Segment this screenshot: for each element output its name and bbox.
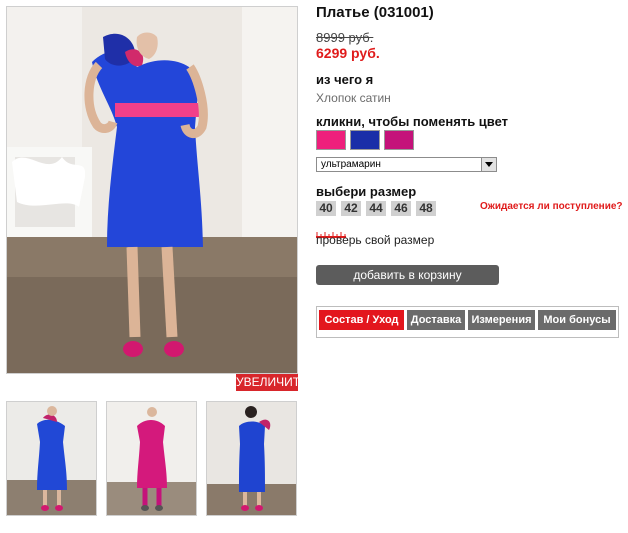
- availability-link[interactable]: Ожидается ли поступление?: [480, 201, 623, 212]
- old-price: 8999 руб.: [316, 30, 374, 45]
- color-label: кликни, чтобы поменять цвет: [316, 114, 509, 129]
- tab-measurements[interactable]: Измерения: [468, 310, 535, 330]
- color-swatch-ultramarine[interactable]: [350, 130, 380, 150]
- tab-composition-care[interactable]: Состав / Уход: [319, 310, 404, 330]
- color-swatch-pink[interactable]: [316, 130, 346, 150]
- product-title: Платье (031001): [316, 4, 434, 21]
- size-option-46[interactable]: 46: [391, 201, 411, 216]
- material-value: Хлопок сатин: [316, 91, 391, 105]
- thumbnail-blue-back[interactable]: [206, 401, 297, 516]
- size-label: выбери размер: [316, 184, 417, 199]
- zoom-button[interactable]: УВЕЛИЧИТЬ: [236, 374, 308, 391]
- main-product-photo[interactable]: [6, 6, 298, 374]
- chevron-down-icon[interactable]: [481, 158, 496, 171]
- size-option-42[interactable]: 42: [341, 201, 361, 216]
- size-option-48[interactable]: 48: [416, 201, 436, 216]
- tab-delivery[interactable]: Доставка: [407, 310, 465, 330]
- add-to-cart-button[interactable]: добавить в корзину: [316, 265, 499, 285]
- thumbnail-blue-front[interactable]: [6, 401, 97, 516]
- size-option-40[interactable]: 40: [316, 201, 336, 216]
- color-swatch-magenta[interactable]: [384, 130, 414, 150]
- size-check-link[interactable]: проверь свой размер: [316, 233, 434, 247]
- color-select[interactable]: ультрамарин: [316, 157, 497, 172]
- size-option-44[interactable]: 44: [366, 201, 386, 216]
- material-label: из чего я: [316, 72, 374, 87]
- color-select-value: ультрамарин: [321, 159, 381, 170]
- tab-bonuses[interactable]: Мои бонусы: [538, 310, 616, 330]
- info-tabs: Состав / Уход Доставка Измерения Мои бон…: [316, 306, 619, 338]
- new-price: 6299 руб.: [316, 45, 380, 61]
- thumbnail-pink-front[interactable]: [106, 401, 197, 516]
